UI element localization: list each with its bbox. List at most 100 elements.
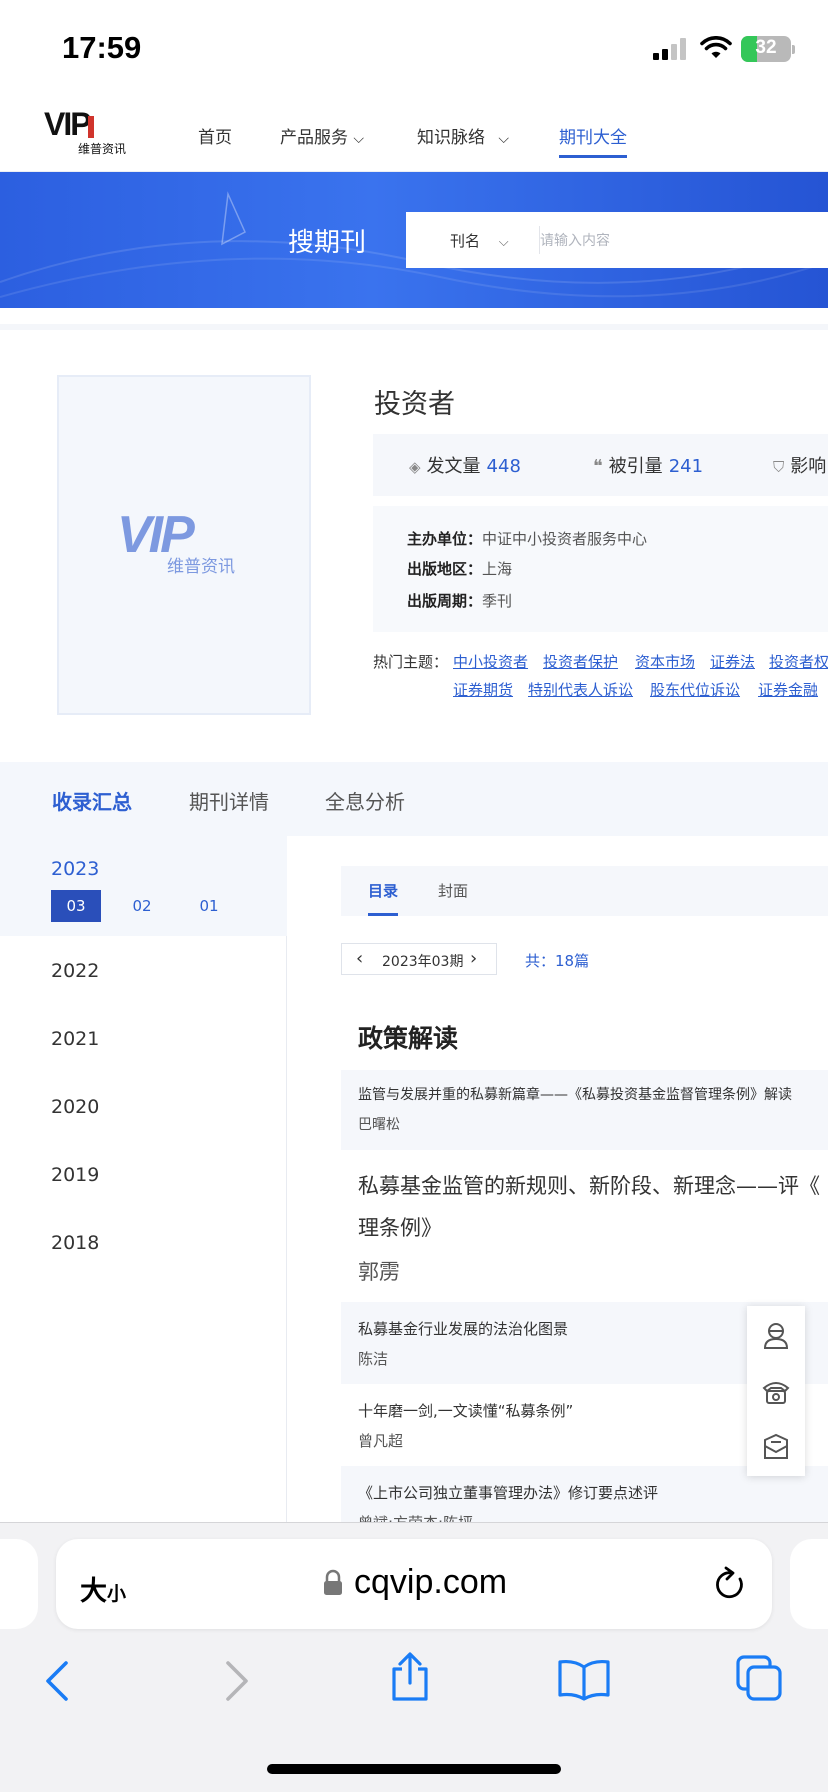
back-icon[interactable]: [40, 1659, 76, 1703]
article-total: 共：18篇: [525, 952, 590, 970]
journal-cover: VIP 维普资讯: [57, 375, 311, 715]
article-author[interactable]: 郭雳: [358, 1256, 400, 1286]
stat-impact: ⛉ 影响: [773, 456, 827, 477]
section-separator: [0, 324, 828, 330]
chevron-down-icon: ⌵: [498, 131, 510, 147]
url-text: cqvip.com: [354, 1563, 508, 1601]
hot-topic-link[interactable]: 证券金融: [758, 679, 818, 700]
subtab-toc[interactable]: 目录: [368, 880, 399, 916]
nav-knowledge[interactable]: 知识脉络 ⌵: [417, 123, 509, 148]
hot-topic-link[interactable]: 中小投资者: [453, 651, 528, 672]
customer-service-icon[interactable]: [761, 1320, 791, 1350]
phone-icon[interactable]: [761, 1376, 791, 1406]
section-title: 政策解读: [358, 1024, 459, 1053]
battery-level: 32: [755, 37, 777, 58]
info-region: 出版地区：上海: [407, 560, 513, 578]
year-item[interactable]: 2021: [51, 1028, 99, 1050]
search-banner: 搜期刊 刊名 ⌵: [0, 172, 828, 308]
home-indicator: [267, 1764, 561, 1774]
tab-collection[interactable]: 收录汇总: [52, 786, 132, 815]
cover-logo-subtitle: 维普资讯: [167, 557, 235, 577]
info-sponsor: 主办单位：中证中小投资者服务中心: [407, 530, 648, 548]
search-title: 搜期刊: [288, 228, 367, 258]
hot-topic-link[interactable]: 特别代表人诉讼: [528, 679, 633, 700]
feedback-icon[interactable]: [761, 1432, 791, 1462]
article-title-cont[interactable]: 理条例》: [358, 1212, 442, 1242]
layers-icon: ◈: [409, 458, 421, 476]
journal-info: 主办单位：中证中小投资者服务中心 出版地区：上海 出版周期：季刊: [373, 506, 828, 632]
tab-journal-details[interactable]: 期刊详情: [189, 786, 269, 815]
year-item[interactable]: 2020: [51, 1096, 99, 1118]
nav-journals[interactable]: 期刊大全: [559, 123, 627, 158]
forward-icon[interactable]: [218, 1659, 254, 1703]
issue-label: 2023年03期: [382, 954, 464, 970]
chevron-down-icon: ⌵: [353, 131, 365, 147]
article-item[interactable]: 监管与发展并重的私募新篇章——《私募投资基金监督管理条例》解读 巴曙松: [341, 1070, 828, 1150]
reload-icon[interactable]: [712, 1565, 748, 1603]
vip-logo[interactable]: VIP 维普资讯: [44, 108, 136, 156]
floating-toolbar: [747, 1306, 805, 1476]
article-title[interactable]: 监管与发展并重的私募新篇章——《私募投资基金监督管理条例》解读: [358, 1084, 792, 1104]
battery-cap: [792, 45, 795, 54]
stat-articles: ◈ 发文量 448: [409, 456, 521, 477]
next-tab-peek[interactable]: [790, 1539, 828, 1629]
year-item[interactable]: 2019: [51, 1164, 99, 1186]
lock-icon: [324, 1569, 342, 1595]
article-item[interactable]: 私募基金监管的新规则、新阶段、新理念——评《 理条例》 郭雳: [341, 1150, 828, 1302]
battery-icon: 32: [741, 36, 791, 62]
hot-topic-link[interactable]: 资本市场: [635, 651, 695, 672]
year-sidebar: 2023 03 02 01 2022 2021 2020 2019 2018: [0, 836, 287, 1536]
bookmarks-icon[interactable]: [556, 1657, 612, 1701]
issue-item[interactable]: 01: [184, 890, 234, 922]
cellular-signal-icon: [653, 38, 689, 60]
quote-icon: ❝: [593, 456, 603, 477]
chevron-down-icon: ⌵: [498, 235, 509, 250]
search-box: 刊名 ⌵: [406, 212, 828, 268]
site-navbar: VIP 维普资讯 首页 产品服务 ⌵ 知识脉络 ⌵ 期刊大全: [0, 96, 828, 172]
article-title[interactable]: 十年磨一剑,一文读懂“私募条例”: [358, 1400, 573, 1421]
stat-citations: ❝ 被引量 241: [593, 456, 704, 477]
wifi-icon: [700, 36, 732, 58]
hot-topic-link[interactable]: 投资者保护: [543, 651, 618, 672]
chevron-right-icon[interactable]: ›: [470, 948, 477, 969]
nav-home[interactable]: 首页: [198, 123, 232, 148]
article-title[interactable]: 私募基金监管的新规则、新阶段、新理念——评《: [358, 1170, 820, 1200]
article-author[interactable]: 巴曙松: [358, 1114, 400, 1134]
issue-item-active[interactable]: 03: [51, 890, 101, 922]
hot-topic-link[interactable]: 证券期货: [453, 679, 513, 700]
article-title[interactable]: 私募基金行业发展的法治化图景: [358, 1318, 568, 1339]
address-bar[interactable]: 大小 cqvip.com: [56, 1539, 772, 1629]
subtab-cover[interactable]: 封面: [438, 880, 468, 901]
search-scope-select[interactable]: 刊名 ⌵: [450, 230, 509, 251]
year-item[interactable]: 2018: [51, 1232, 99, 1254]
year-block-2023: 2023 03 02 01: [0, 836, 287, 936]
year-item[interactable]: 2022: [51, 960, 99, 982]
article-title[interactable]: 《上市公司独立董事管理办法》修订要点述评: [358, 1482, 658, 1503]
issue-selector: ‹ 2023年03期 ›: [341, 943, 497, 975]
hot-topic-link[interactable]: 股东代位诉讼: [650, 679, 740, 700]
chevron-left-icon[interactable]: ‹: [356, 948, 363, 969]
text-size-button[interactable]: 大小: [80, 1569, 126, 1608]
tabs-icon[interactable]: [734, 1653, 784, 1703]
status-bar: 17:59 32: [0, 0, 828, 96]
article-author[interactable]: 陈洁: [358, 1348, 388, 1369]
hot-topic-link[interactable]: 证券法: [710, 651, 755, 672]
nav-products[interactable]: 产品服务 ⌵: [280, 123, 364, 148]
search-input[interactable]: [540, 222, 828, 258]
prev-tab-peek[interactable]: [0, 1539, 38, 1629]
main-tab-bar: 收录汇总 期刊详情 全息分析: [0, 762, 828, 836]
hot-topic-link[interactable]: 投资者权: [769, 651, 828, 672]
logo-subtitle: 维普资讯: [78, 142, 127, 156]
journal-title: 投资者: [374, 389, 455, 420]
content-sub-tabs: 目录 封面: [341, 866, 828, 916]
article-author[interactable]: 曾凡超: [358, 1430, 403, 1451]
share-icon[interactable]: [388, 1651, 432, 1703]
shield-icon: ⛉: [773, 458, 785, 476]
status-time: 17:59: [62, 30, 142, 65]
issue-item[interactable]: 02: [117, 890, 167, 922]
tab-analysis[interactable]: 全息分析: [325, 786, 405, 815]
info-frequency: 出版周期：季刊: [407, 592, 513, 610]
year-item-2023[interactable]: 2023: [51, 858, 99, 880]
browser-toolbar: 大小 cqvip.com: [0, 1522, 828, 1792]
hot-topics-label: 热门主题：: [373, 653, 449, 671]
